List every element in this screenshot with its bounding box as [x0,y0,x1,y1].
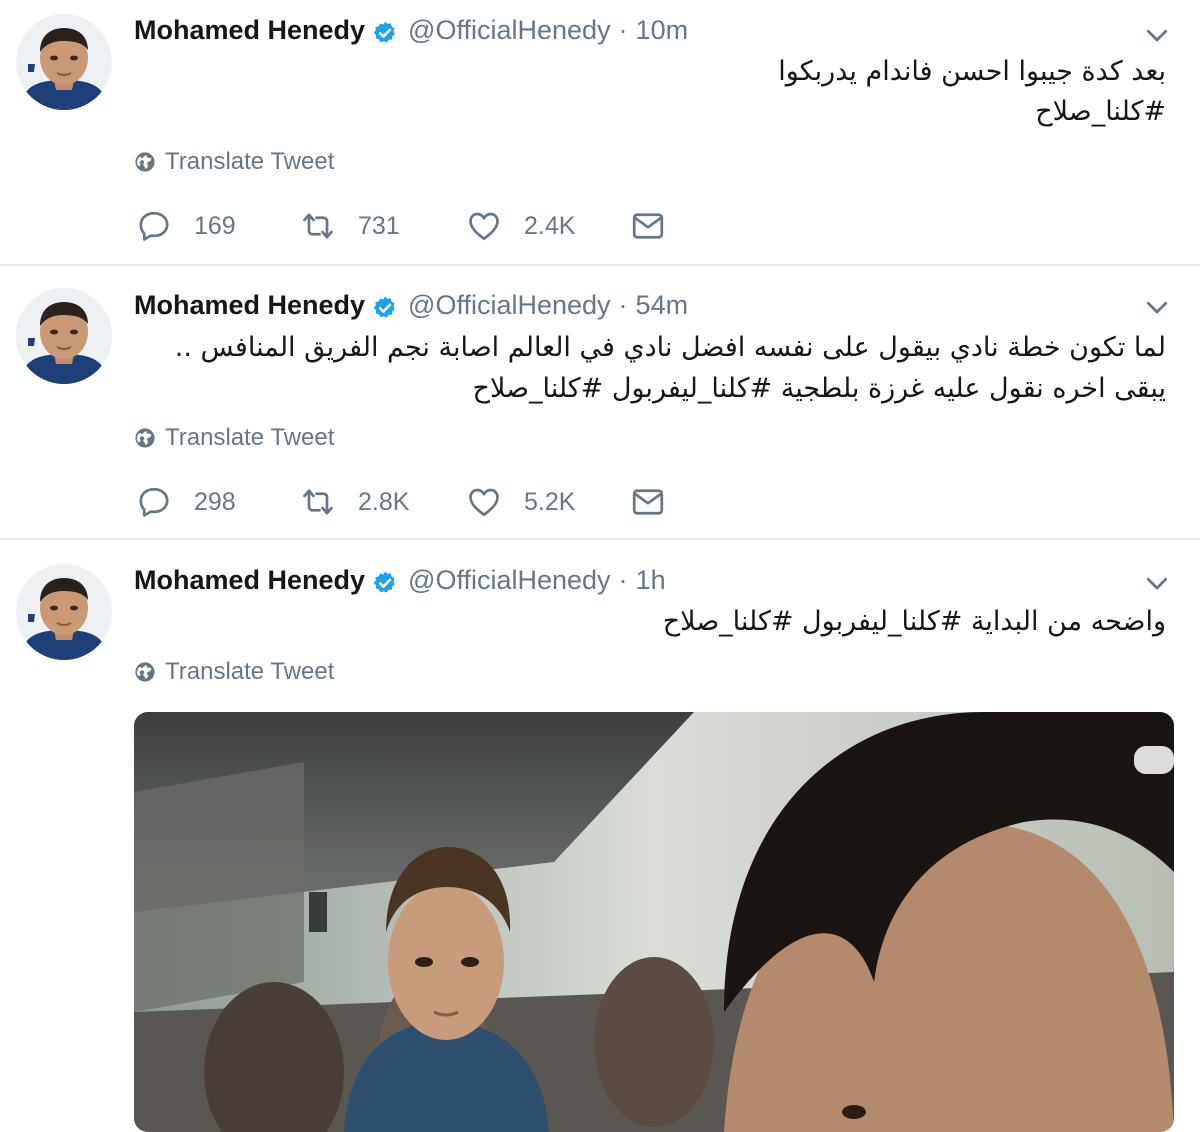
translate-label: Translate Tweet [165,148,335,175]
like-button[interactable]: 2.4K [466,208,575,244]
chevron-down-icon[interactable] [1142,568,1172,598]
avatar[interactable] [16,14,112,110]
reply-count: 298 [194,487,236,516]
globe-icon [134,427,156,449]
hashtag-line[interactable]: #كلنا_صلاح [1035,92,1166,132]
timestamp[interactable]: 10m [636,10,689,50]
tweet-media-video[interactable] [134,712,1174,1132]
chevron-down-icon[interactable] [1142,292,1172,322]
translate-label: Translate Tweet [165,424,335,451]
reply-button[interactable]: 169 [136,208,236,244]
separator-dot: · [618,565,628,595]
translate-tweet-link[interactable]: Translate Tweet [134,424,334,452]
tweet[interactable]: Mohamed Henedy @OfficialHenedy · 54m لما… [0,266,1200,540]
verified-badge-icon [372,567,398,593]
timestamp[interactable]: 1h [636,560,666,600]
reply-icon [136,484,172,520]
direct-message-button[interactable] [630,208,688,244]
retweet-count: 2.8K [358,487,410,516]
avatar[interactable] [16,288,112,384]
separator-dot: · [618,290,628,320]
like-icon [466,484,502,520]
video-frame-image [134,712,1174,1132]
verified-badge-icon [372,292,398,318]
reply-button[interactable]: 298 [136,484,236,520]
like-count: 2.4K [524,211,576,240]
retweet-count: 731 [358,211,400,240]
translate-tweet-link[interactable]: Translate Tweet [134,658,334,686]
direct-message-icon [630,208,666,244]
username[interactable]: @OfficialHenedy [408,285,611,325]
tweet-header: Mohamed Henedy @OfficialHenedy · 1h [134,560,666,600]
username[interactable]: @OfficialHenedy [408,560,611,600]
username[interactable]: @OfficialHenedy [408,10,611,50]
direct-message-icon [630,484,666,520]
direct-message-button[interactable] [630,484,688,520]
separator-dot: · [618,15,628,45]
globe-icon [134,661,156,683]
tweet-text-line: لما تكون خطة نادي بيقول على نفسه افضل نا… [174,332,1166,363]
translate-label: Translate Tweet [165,658,335,685]
tweet-header: Mohamed Henedy @OfficialHenedy · 10m [134,10,688,50]
reply-count: 169 [194,211,236,240]
like-button[interactable]: 5.2K [466,484,575,520]
tweet-text-line: يبقى اخره نقول عليه غرزة بلطجية #كلنا_لي… [472,373,1166,404]
translate-tweet-link[interactable]: Translate Tweet [134,148,334,176]
retweet-button[interactable]: 2.8K [300,484,409,520]
display-name[interactable]: Mohamed Henedy [134,10,365,50]
timestamp[interactable]: 54m [636,285,689,325]
retweet-icon [300,484,336,520]
display-name[interactable]: Mohamed Henedy [134,285,365,325]
avatar[interactable] [16,564,112,660]
tweet[interactable]: Mohamed Henedy @OfficialHenedy · 10m بعد… [0,0,1200,266]
retweet-button[interactable]: 731 [300,208,400,244]
like-count: 5.2K [524,487,576,516]
tweet-text-line: بعد كدة جيبوا احسن فاندام يدربكوا [778,56,1166,87]
verified-badge-icon [372,17,398,43]
tweet-header: Mohamed Henedy @OfficialHenedy · 54m [134,285,688,325]
globe-icon [134,151,156,173]
chevron-down-icon[interactable] [1142,20,1172,50]
tweet-text-line: واضحه من البداية #كلنا_ليفربول #كلنا_صلا… [662,606,1166,637]
reply-icon [136,208,172,244]
display-name[interactable]: Mohamed Henedy [134,560,365,600]
retweet-icon [300,208,336,244]
like-icon [466,208,502,244]
